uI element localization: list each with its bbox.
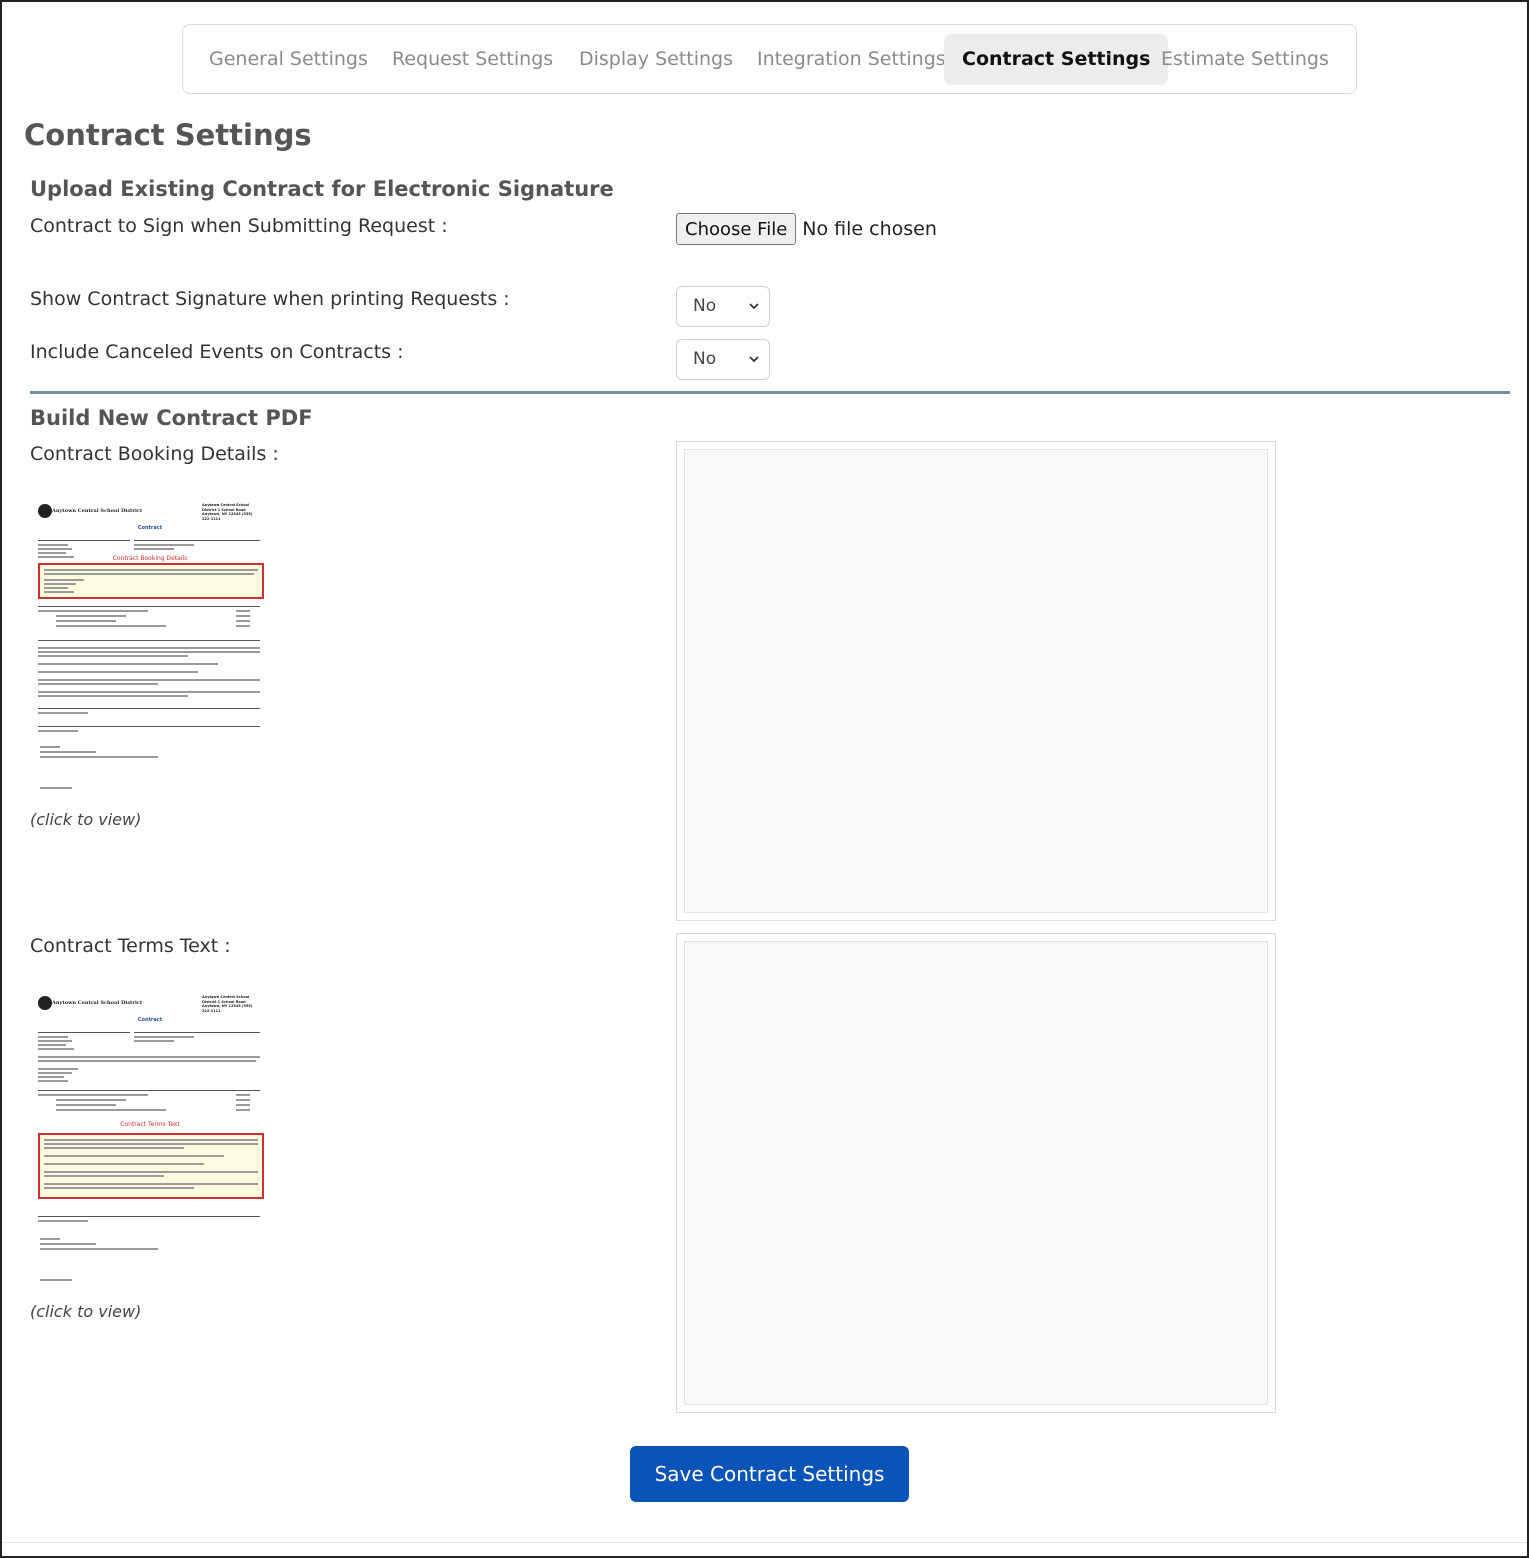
booking-click-to-view[interactable]: (click to view) — [30, 810, 141, 829]
terms-text-label: Contract Terms Text : — [30, 935, 231, 957]
include-canceled-label: Include Canceled Events on Contracts : — [30, 341, 404, 363]
district-logo — [38, 996, 52, 1010]
terms-click-to-view[interactable]: (click to view) — [30, 1302, 141, 1321]
show-signature-label: Show Contract Signature when printing Re… — [30, 288, 510, 310]
booking-highlight-box — [38, 563, 264, 599]
include-canceled-select[interactable]: No — [676, 339, 770, 380]
settings-tab-bar: General Settings Request Settings Displa… — [182, 24, 1357, 94]
file-status-text: No file chosen — [802, 218, 937, 240]
chevron-down-icon — [749, 303, 759, 310]
choose-file-button[interactable]: Choose File — [676, 213, 797, 245]
booking-details-editor-area[interactable] — [684, 449, 1268, 913]
terms-text-editor-area[interactable] — [684, 941, 1268, 1405]
footer-divider — [2, 1542, 1527, 1543]
chevron-down-icon — [749, 356, 759, 363]
terms-text-editor[interactable] — [676, 933, 1276, 1413]
tab-estimate-settings[interactable]: Estimate Settings — [1161, 34, 1329, 85]
booking-details-label: Contract Booking Details : — [30, 443, 279, 465]
build-section-title: Build New Contract PDF — [30, 406, 313, 430]
tab-request-settings[interactable]: Request Settings — [392, 34, 553, 85]
terms-text-thumbnail[interactable]: Anytown Central School District Anytown … — [36, 992, 264, 1292]
terms-highlight-box — [38, 1133, 264, 1199]
section-divider — [30, 391, 1510, 394]
save-contract-settings-button[interactable]: Save Contract Settings — [630, 1446, 909, 1502]
contract-to-sign-label: Contract to Sign when Submitting Request… — [30, 215, 448, 237]
thumbnail-heading: Contract — [137, 525, 163, 531]
district-logo — [38, 504, 52, 518]
terms-highlight-label: Contract Terms Text — [120, 1121, 180, 1128]
booking-details-thumbnail[interactable]: Anytown Central School District Anytown … — [36, 500, 264, 800]
upload-section-title: Upload Existing Contract for Electronic … — [30, 177, 614, 201]
page-title: Contract Settings — [24, 118, 312, 152]
show-signature-value: No — [693, 296, 717, 316]
tab-display-settings[interactable]: Display Settings — [579, 34, 733, 85]
include-canceled-value: No — [693, 349, 717, 369]
thumbnail-address: Anytown Central School District 1 School… — [202, 995, 253, 1013]
thumbnail-address: Anytown Central School District 1 School… — [202, 503, 253, 521]
thumbnail-heading: Contract — [137, 1017, 163, 1023]
thumbnail-district: Anytown Central School District — [52, 508, 143, 514]
booking-details-editor[interactable] — [676, 441, 1276, 921]
tab-contract-settings[interactable]: Contract Settings — [944, 34, 1169, 85]
tab-general-settings[interactable]: General Settings — [209, 34, 368, 85]
contract-file-input[interactable]: Choose File No file chosen — [676, 213, 937, 245]
tab-integration-settings[interactable]: Integration Settings — [757, 34, 946, 85]
thumbnail-district: Anytown Central School District — [52, 1000, 143, 1006]
show-signature-select[interactable]: No — [676, 286, 770, 327]
booking-highlight-label: Contract Booking Details — [112, 555, 188, 562]
